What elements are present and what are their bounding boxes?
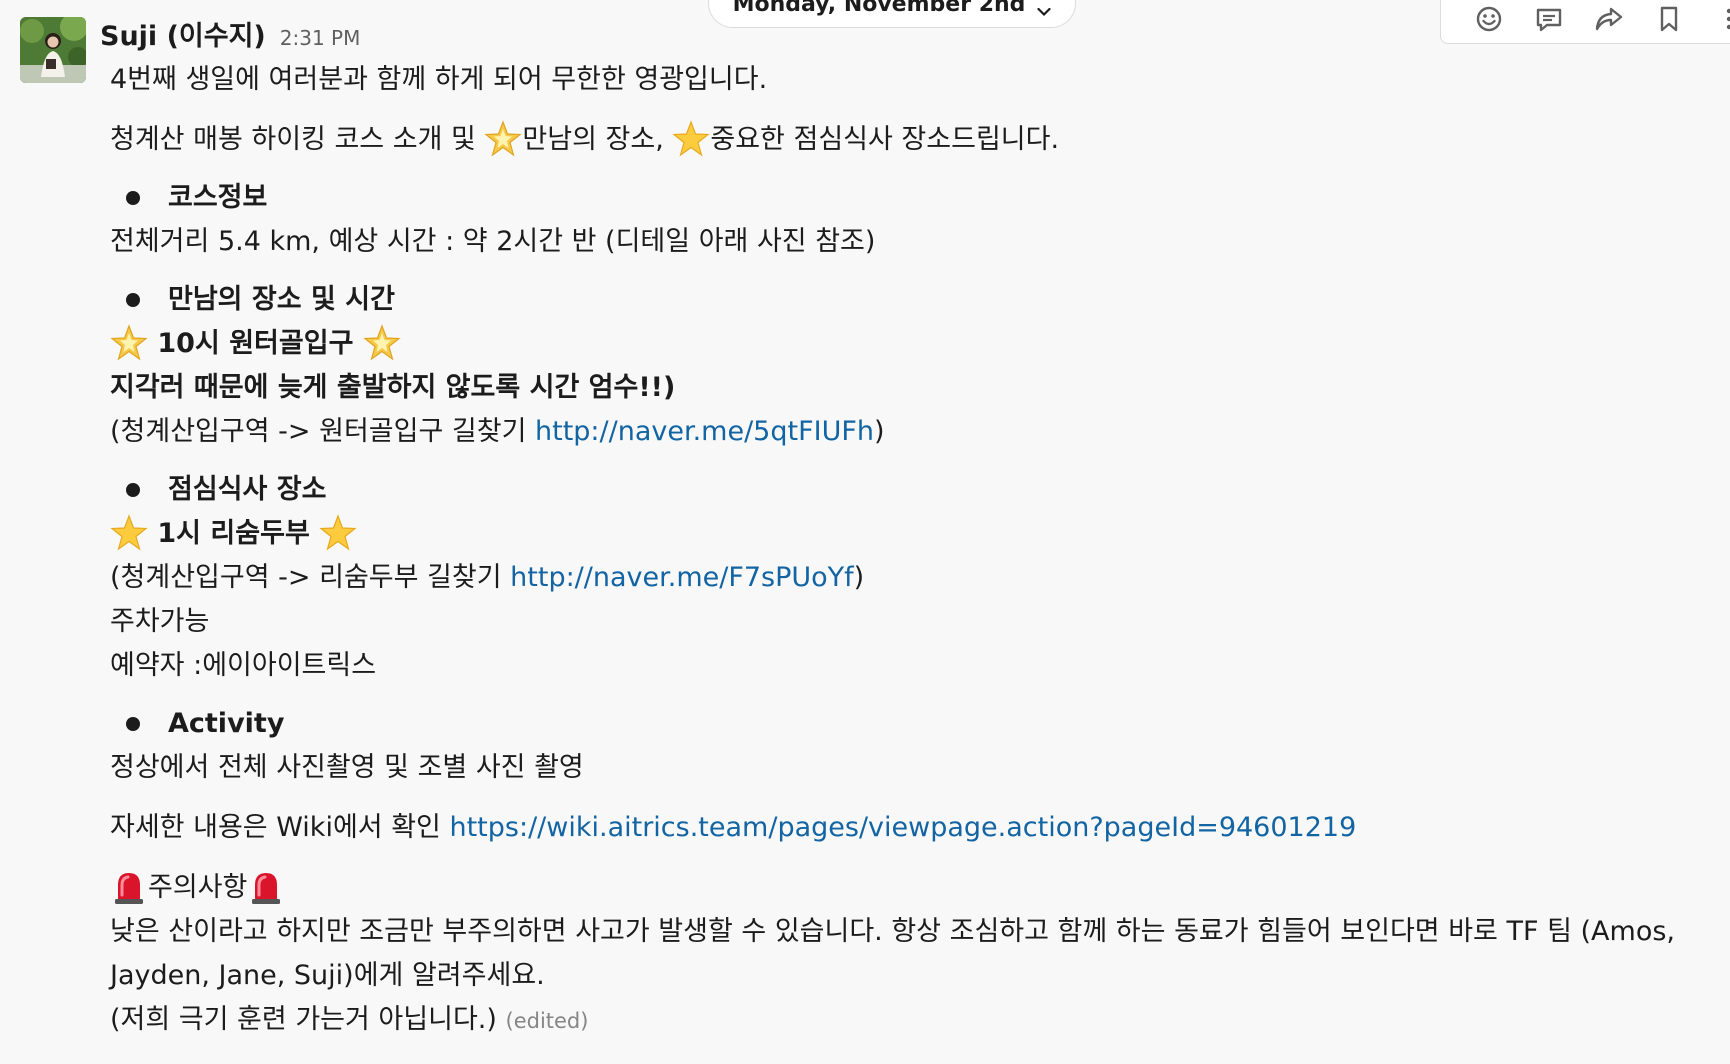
add-reaction-icon[interactable]: [1459, 0, 1519, 39]
avatar[interactable]: [20, 17, 86, 83]
message-text: ): [853, 562, 865, 593]
list-item: 코스정보: [110, 176, 1720, 220]
message-text: 주의사항: [148, 872, 248, 903]
date-divider-button[interactable]: Monday, November 2nd: [708, 0, 1076, 28]
message-text: (청계산입구역 -> 리숨두부 길찾기: [110, 562, 511, 593]
message-line: 1시 리숨두부: [110, 512, 1720, 556]
list-item: 만남의 장소 및 시간: [110, 278, 1720, 322]
chevron-down-icon: [1037, 7, 1052, 17]
bullet-dot: [126, 191, 140, 205]
reply-in-thread-icon[interactable]: [1519, 0, 1579, 39]
sender-name[interactable]: Suji (이수지): [100, 14, 266, 53]
message-line: 청계산 매봉 하이킹 코스 소개 및 만남의 장소, 중요한 점심식사 장소드립…: [110, 118, 1720, 162]
glowing-star-icon: [484, 120, 523, 172]
message-timestamp[interactable]: 2:31 PM: [280, 26, 361, 50]
link-wiki-page[interactable]: https://wiki.aitrics.team/pages/viewpage…: [449, 812, 1356, 843]
bullet-dot: [126, 483, 140, 497]
message-text: (저희 극기 훈련 가는거 아닙니다.): [110, 1004, 497, 1035]
message-text: 1시 리숨두부: [148, 518, 320, 549]
message-line: 낮은 산이라고 하지만 조금만 부주의하면 사고가 발생할 수 있습니다. 항상…: [110, 916, 1675, 991]
message-body: 4번째 생일에 여러분과 함께 하게 되어 무한한 영광입니다. 청계산 매봉 …: [110, 58, 1720, 1042]
bullet-dot: [126, 717, 140, 731]
more-actions-icon[interactable]: [1699, 0, 1730, 39]
message-line: (청계산입구역 -> 리숨두부 길찾기 http://naver.me/F7sP…: [110, 556, 1720, 600]
message-line: (청계산입구역 -> 원터골입구 길찾기 http://naver.me/5qt…: [110, 410, 1720, 454]
message-text: ): [873, 416, 885, 447]
bookmark-icon[interactable]: [1639, 0, 1699, 39]
message-text: (청계산입구역 -> 원터골입구 길찾기: [110, 416, 535, 447]
message-line: 4번째 생일에 여러분과 함께 하게 되어 무한한 영광입니다.: [110, 64, 768, 95]
message-text: 10시 원터골입구: [148, 328, 363, 359]
link-meeting-directions[interactable]: http://naver.me/5qtFIUFh: [535, 416, 874, 447]
message-text: 청계산 매봉 하이킹 코스 소개 및: [110, 124, 485, 155]
list-item: Activity: [110, 702, 1720, 746]
list-item: 점심식사 장소: [110, 468, 1720, 512]
date-divider-label: Monday, November 2nd: [732, 0, 1026, 17]
message-line: 지각러 때문에 늦게 출발하지 않도록 시간 엄수!!): [110, 372, 676, 403]
section-heading: 점심식사 장소: [168, 474, 327, 505]
message-line: 정상에서 전체 사진촬영 및 조별 사진 촬영: [110, 752, 584, 783]
section-heading: 만남의 장소 및 시간: [168, 284, 395, 315]
message-line: 예약자 :에이아이트릭스: [110, 650, 377, 681]
message-line: 전체거리 5.4 km, 예상 시간 : 약 2시간 반 (디테일 아래 사진 …: [110, 226, 876, 257]
message-line: 주의사항: [110, 866, 1720, 910]
message-line: 주차가능: [110, 606, 210, 637]
message-text: 자세한 내용은 Wiki에서 확인: [110, 812, 450, 843]
edited-label: (edited): [505, 1009, 589, 1033]
message-line: (저희 극기 훈련 가는거 아닙니다.) (edited): [110, 998, 1720, 1042]
message-text: 중요한 점심식사 장소드립니다.: [710, 124, 1060, 155]
message-header: Suji (이수지) 2:31 PM: [100, 14, 361, 53]
message-actions-toolbar: [1440, 0, 1730, 44]
bullet-dot: [126, 293, 140, 307]
section-heading: Activity: [168, 708, 285, 739]
section-heading: 코스정보: [168, 182, 268, 213]
message-line: 자세한 내용은 Wiki에서 확인 https://wiki.aitrics.t…: [110, 806, 1720, 850]
message-line: 10시 원터골입구: [110, 322, 1720, 366]
message-container: Suji (이수지) 2:31 PM Monday, November 2nd …: [0, 0, 1730, 1064]
share-icon[interactable]: [1579, 0, 1639, 39]
link-lunch-directions[interactable]: http://naver.me/F7sPUoYf: [510, 562, 854, 593]
message-text: 만남의 장소,: [522, 124, 673, 155]
star-icon: [672, 120, 711, 172]
